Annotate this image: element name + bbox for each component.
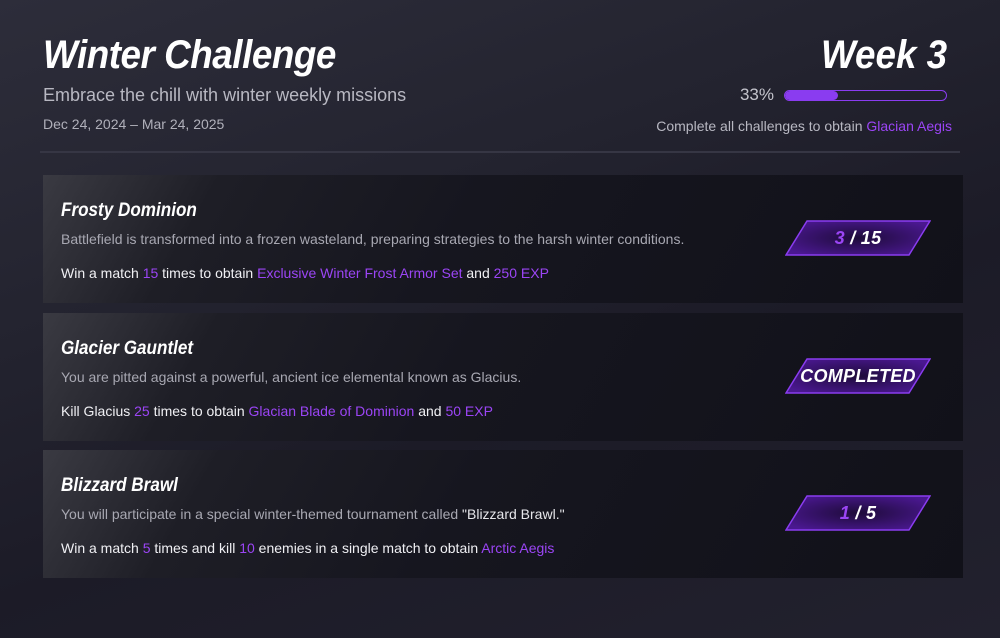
progress-percent: 33% (739, 85, 774, 104)
challenge-title: Glacier Gauntlet (61, 338, 194, 359)
badge-status-label: COMPLETED (800, 365, 916, 386)
header-divider (40, 151, 960, 153)
overall-progress: 33% (740, 85, 947, 105)
badge-separator: / (844, 227, 861, 248)
badge-current: 3 (834, 227, 845, 248)
progress-badge: 3 / 15 (785, 220, 931, 256)
page-title: Winter Challenge (43, 33, 336, 77)
challenge-description: You will participate in a special winter… (61, 506, 565, 522)
task-count: 5 (142, 540, 151, 556)
task-reward: Exclusive Winter Frost Armor Set (257, 265, 463, 281)
progress-bar (784, 89, 947, 101)
task-reward: Arctic Aegis (481, 540, 555, 556)
challenge-card-blizzard-brawl[interactable]: Blizzard Brawl You will participate in a… (43, 450, 963, 578)
challenge-title: Frosty Dominion (61, 200, 197, 221)
progress-badge: 1 / 5 (785, 495, 931, 531)
challenge-card-frosty-dominion[interactable]: Frosty Dominion Battlefield is transform… (43, 175, 963, 303)
final-reward-name: Glacian Aegis (866, 118, 952, 134)
challenge-description: You are pitted against a powerful, ancie… (61, 369, 522, 385)
task-text: times to obtain (158, 265, 258, 281)
task-text: times to obtain (149, 403, 249, 419)
challenge-card-glacier-gauntlet[interactable]: Glacier Gauntlet You are pitted against … (43, 313, 963, 441)
challenge-description: Battlefield is transformed into a frozen… (61, 231, 685, 247)
challenge-task: Win a match 5 times and kill 10 enemies … (61, 540, 554, 556)
tournament-name: "Blizzard Brawl." (462, 506, 565, 522)
final-reward-text: Complete all challenges to obtain Glacia… (656, 118, 952, 134)
page-subtitle: Embrace the chill with winter weekly mis… (43, 85, 407, 105)
task-reward: Glacian Blade of Dominion (248, 403, 415, 419)
badge-total: 15 (860, 227, 882, 248)
challenge-header: Winter Challenge Embrace the chill with … (43, 33, 957, 143)
task-text: enemies in a single match to obtain (254, 540, 482, 556)
task-count: 25 (134, 403, 150, 419)
challenge-task: Win a match 15 times to obtain Exclusive… (61, 265, 549, 281)
challenge-title: Blizzard Brawl (61, 475, 178, 496)
challenge-task: Kill Glacius 25 times to obtain Glacian … (61, 403, 493, 419)
task-text: and (462, 265, 494, 281)
progress-bar-fill (785, 90, 839, 100)
task-reward-exp: 250 EXP (493, 265, 549, 281)
week-label: Week 3 (820, 33, 947, 77)
task-text: Kill Glacius (61, 403, 135, 419)
task-text: Win a match (61, 540, 143, 556)
task-text: and (414, 403, 446, 419)
task-count: 10 (239, 540, 255, 556)
final-reward-prefix: Complete all challenges to obtain (656, 118, 867, 134)
date-range: Dec 24, 2024 – Mar 24, 2025 (43, 116, 225, 132)
task-text: times and kill (150, 540, 240, 556)
badge-separator: / (850, 502, 866, 523)
badge-current: 1 (839, 502, 851, 523)
badge-total: 5 (865, 502, 877, 523)
task-reward-exp: 50 EXP (445, 403, 493, 419)
completed-badge: COMPLETED (785, 358, 931, 394)
description-text: You will participate in a special winter… (61, 506, 463, 522)
task-count: 15 (142, 265, 159, 281)
task-text: Win a match (61, 265, 143, 281)
